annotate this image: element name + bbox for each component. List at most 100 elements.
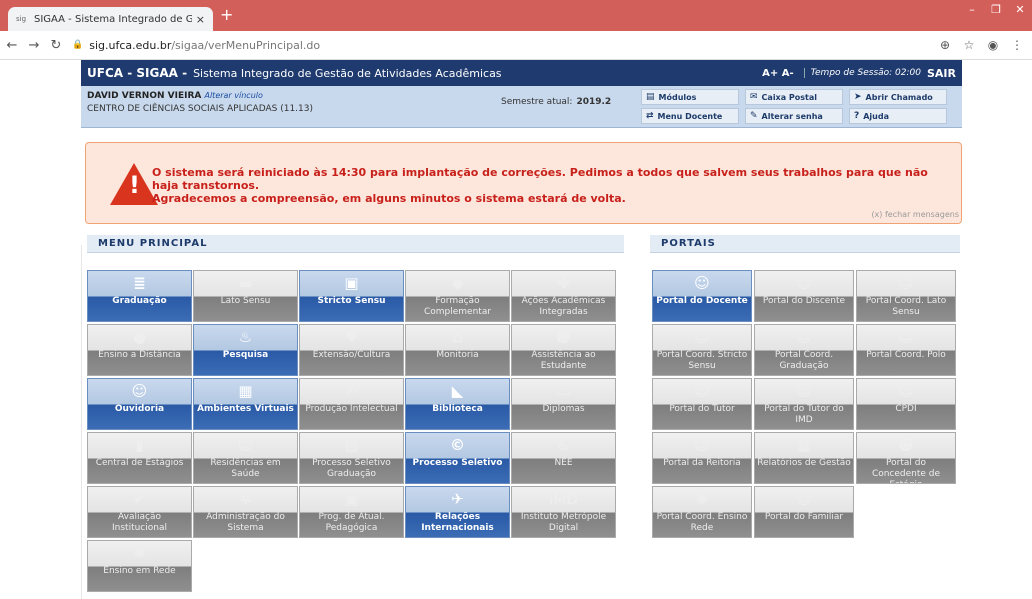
menu-tile-relacoes-internacionais[interactable]: ✈ Relações Internacionais (405, 486, 510, 538)
lato-sensu-icon: ▬ (238, 274, 253, 292)
portal-tile-portal-do-tutor[interactable]: ☺ Portal do Tutor (652, 378, 752, 430)
menu-tile-residencias-em-saude[interactable]: ☺ Residências em Saúde (193, 432, 298, 484)
tile-label: Portal Coord. Graduação (774, 350, 834, 371)
reload-icon[interactable]: ↻ (46, 38, 66, 53)
menu-tile-prog-de-atual-pedagogica[interactable]: ▣ Prog. de Atual. Pedagógica (299, 486, 404, 538)
cpdi-icon: ☺ (898, 382, 914, 400)
quick-link-modulos[interactable]: ▤ Módulos (641, 89, 739, 105)
portal-tile-portal-do-docente[interactable]: ☺ Portal do Docente (652, 270, 752, 322)
new-tab-button[interactable]: + (220, 7, 233, 23)
url-field[interactable]: 🔒 sig.ufca.edu.br/sigaa/verMenuPrincipal… (72, 39, 936, 52)
menu-tile-biblioteca[interactable]: ◣ Biblioteca (405, 378, 510, 430)
portal-tile-portal-coord-graduacao[interactable]: ☺ Portal Coord. Graduação (754, 324, 854, 376)
portal-tile-portal-da-reitoria[interactable]: ☺ Portal da Reitoria (652, 432, 752, 484)
forward-icon[interactable]: → (24, 38, 44, 53)
maximize-icon[interactable]: ❐ (984, 0, 1008, 22)
portal-do-familiar-icon: ☺ (796, 490, 812, 508)
browser-tab[interactable]: sig SIGAA - Sistema Integrado de Ge × (8, 7, 213, 31)
portal-tile-portal-coord-ensino-rede[interactable]: ✺ Portal Coord. Ensino Rede (652, 486, 752, 538)
menu-tile-ensino-a-distancia[interactable]: ● Ensino a Distância (87, 324, 192, 376)
formacao-complementar-icon: ◆ (451, 274, 464, 292)
menu-tile-extensao-cultura[interactable]: ♥ Extensão/Cultura (299, 324, 404, 376)
assistencia-ao-estudante-icon: ☻ (555, 328, 572, 346)
ouvidoria-icon: ☺ (131, 382, 148, 400)
portal-tile-portal-do-tutor-do-imd[interactable]: ☺ Portal do Tutor do IMD (754, 378, 854, 430)
close-messages-link[interactable]: (x) fechar mensagens (871, 210, 959, 219)
tile-label: Relações Internacionais (421, 512, 494, 533)
minimize-icon[interactable]: – (960, 0, 984, 22)
change-link[interactable]: Alterar vínculo (204, 91, 262, 100)
menu-tile-diplomas[interactable]: ▭ Diplomas (511, 378, 616, 430)
menu-tile-formacao-complementar[interactable]: ◆ Formação Complementar (405, 270, 510, 322)
quick-link-caixa-postal[interactable]: ✉ Caixa Postal (745, 89, 843, 105)
abrir-chamado-icon: ➤ (854, 92, 862, 102)
portal-tile-portal-do-discente[interactable]: ☺ Portal do Discente (754, 270, 854, 322)
tile-label: Portal do Familiar (764, 512, 844, 522)
menu-tile-central-de-estagios[interactable]: ▮ Central de Estágios (87, 432, 192, 484)
menu-tile-avaliacao-institucional[interactable]: ✔ Avaliação Institucional (87, 486, 192, 538)
alert-line-1: O sistema será reiniciado às 14:30 para … (152, 166, 928, 192)
quick-link-menu-docente[interactable]: ⇄ Menu Docente (641, 108, 739, 124)
tile-label: Graduação (112, 296, 167, 306)
close-window-icon[interactable]: ✕ (1008, 0, 1032, 22)
caixa-postal-icon: ✉ (750, 92, 758, 102)
avaliacao-institucional-icon: ✔ (133, 490, 146, 508)
zoom-icon[interactable]: ⊕ (936, 38, 954, 52)
instituto-metropole-digital-icon: IMD (549, 490, 578, 508)
prog-de-atual-pedagogica-icon: ▣ (344, 490, 359, 508)
menu-tile-ensino-em-rede[interactable]: ✺ Ensino em Rede (87, 540, 192, 592)
tile-label: Avaliação Institucional (112, 512, 167, 533)
menu-tile-nee[interactable]: ♿ NEE (511, 432, 616, 484)
logout-button[interactable]: SAIR (927, 67, 956, 80)
address-bar: ← → ↻ 🔒 sig.ufca.edu.br/sigaa/verMenuPri… (0, 31, 1032, 60)
portal-tile-cpdi[interactable]: ☺ CPDI (856, 378, 956, 430)
menu-tile-acoes-academicas-integradas[interactable]: ✤ Ações Acadêmicas Integradas (511, 270, 616, 322)
portal-tile-portal-do-familiar[interactable]: ☺ Portal do Familiar (754, 486, 854, 538)
tile-label: Diplomas (542, 404, 585, 414)
menu-tile-producao-intelectual[interactable]: ✍ Produção Intelectual (299, 378, 404, 430)
tile-label: Lato Sensu (220, 296, 271, 306)
session-timer: Tempo de Sessão: 02:00 (803, 68, 921, 78)
tab-close-icon[interactable]: × (196, 13, 205, 26)
tile-label: Portal da Reitoria (663, 458, 741, 468)
menu-tile-processo-seletivo-graduacao[interactable]: ▤ Processo Seletivo Graduação (299, 432, 404, 484)
menu-tile-processo-seletivo[interactable]: © Processo Seletivo (405, 432, 510, 484)
menu-tile-instituto-metropole-digital[interactable]: IMD Instituto Metrópole Digital (511, 486, 616, 538)
quick-link-ajuda[interactable]: ? Ajuda (849, 108, 947, 124)
menu-tile-assistencia-ao-estudante[interactable]: ☻ Assistência ao Estudante (511, 324, 616, 376)
profile-icon[interactable]: ◉ (984, 38, 1002, 52)
semester-value: 2019.2 (576, 97, 612, 107)
acoes-academicas-integradas-icon: ✤ (557, 274, 570, 292)
menu-tile-graduacao[interactable]: ≣ Graduação (87, 270, 192, 322)
portal-coord-polo-icon: ☺ (898, 328, 914, 346)
ambientes-virtuais-icon: ▦ (238, 382, 253, 400)
quick-link-alterar-senha[interactable]: ✎ Alterar senha (745, 108, 843, 124)
extensao-cultura-icon: ♥ (344, 328, 359, 346)
menu-tile-ouvidoria[interactable]: ☺ Ouvidoria (87, 378, 192, 430)
tile-label: Ações Acadêmicas Integradas (521, 296, 606, 317)
ensino-em-rede-icon: ✺ (133, 544, 146, 562)
portal-tile-relatorios-de-gestao[interactable]: ▦ Relatórios de Gestão (754, 432, 854, 484)
menu-tile-administracao-do-sistema[interactable]: ✲ Administração do Sistema (193, 486, 298, 538)
portal-tile-portal-do-concedente-de-estagio[interactable]: ☻ Portal do Concedente de Estágio (856, 432, 956, 484)
portal-coord-graduacao-icon: ☺ (796, 328, 812, 346)
portal-tile-portal-coord-polo[interactable]: ☺ Portal Coord. Polo (856, 324, 956, 376)
menu-tile-monitoria[interactable]: ⌂ Monitoria (405, 324, 510, 376)
menu-tile-stricto-sensu[interactable]: ▣ Stricto Sensu (299, 270, 404, 322)
quick-link-abrir-chamado[interactable]: ➤ Abrir Chamado (849, 89, 947, 105)
tile-label: Ensino em Rede (103, 566, 176, 576)
bookmark-star-icon[interactable]: ☆ (960, 38, 978, 52)
browser-menu-icon[interactable]: ⋮ (1008, 38, 1026, 52)
menu-tile-lato-sensu[interactable]: ▬ Lato Sensu (193, 270, 298, 322)
tile-label: Ensino a Distância (98, 350, 181, 360)
menu-tile-ambientes-virtuais[interactable]: ▦ Ambientes Virtuais (193, 378, 298, 430)
menu-tile-pesquisa[interactable]: ♨ Pesquisa (193, 324, 298, 376)
portal-tile-portal-coord-lato-sensu[interactable]: ☺ Portal Coord. Lato Sensu (856, 270, 956, 322)
tile-label: Processo Seletivo (412, 458, 503, 468)
tile-label: Relatórios de Gestão (757, 458, 851, 468)
portal-tile-portal-coord-stricto-sensu[interactable]: ☺ Portal Coord. Stricto Sensu (652, 324, 752, 376)
font-size-controls[interactable]: A+ A- (762, 68, 794, 79)
back-icon[interactable]: ← (2, 38, 22, 53)
brand-title: UFCA - SIGAA - (87, 66, 188, 80)
portal-do-concedente-de-estagio-icon: ☻ (898, 436, 914, 454)
